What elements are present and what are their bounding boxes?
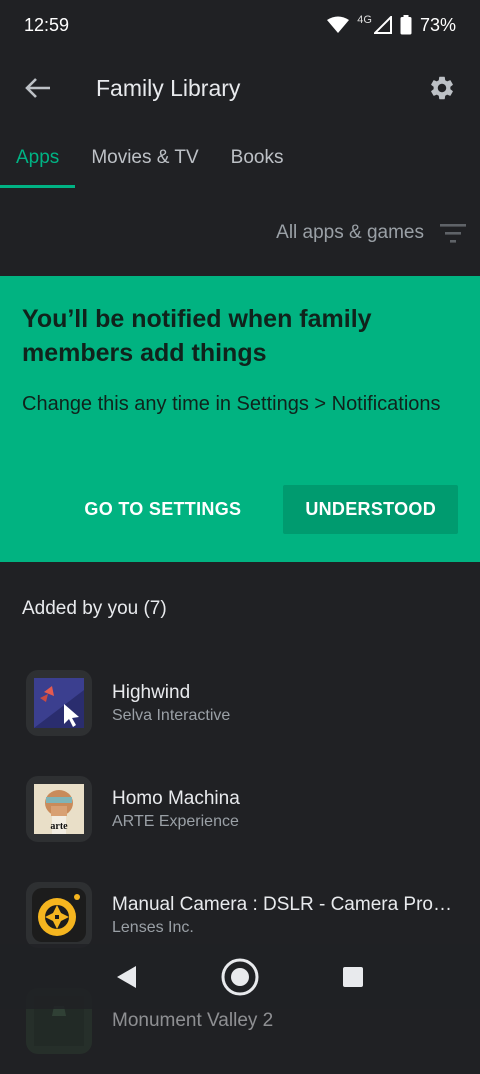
app-developer: Lenses Inc.	[112, 918, 194, 936]
banner-body: Change this any time in Settings > Notif…	[22, 393, 441, 415]
understood-button[interactable]: UNDERSTOOD	[283, 485, 458, 534]
highwind-icon	[26, 670, 92, 736]
triangle-back-icon	[116, 965, 136, 988]
cell-signal-icon	[373, 16, 392, 34]
app-list: Highwind Selva Interactive arte Homo Mac…	[0, 650, 480, 1074]
homo-machina-icon: arte	[26, 776, 92, 842]
app-bar: Family Library	[0, 50, 480, 126]
wifi-icon	[327, 16, 350, 33]
tab-movies-tv[interactable]: Movies & TV	[75, 128, 214, 188]
list-item[interactable]: Highwind Selva Interactive	[0, 650, 480, 756]
filter-row[interactable]: All apps & games	[0, 205, 480, 261]
notification-banner: You’ll be notified when family members a…	[0, 276, 480, 562]
banner-title: You’ll be notified when family members a…	[22, 305, 372, 367]
go-to-settings-button[interactable]: GO TO SETTINGS	[64, 485, 261, 534]
arrow-back-icon	[25, 78, 50, 98]
tab-bar: Apps Movies & TV Books	[0, 128, 480, 188]
app-developer: Selva Interactive	[112, 706, 231, 724]
homo-machina-icon-text: arte	[50, 820, 68, 832]
gear-icon	[431, 76, 453, 100]
page-title: Family Library	[96, 74, 241, 101]
filter-icon[interactable]	[438, 218, 468, 248]
status-bar: 12:59 4G 73%	[0, 0, 480, 50]
status-time: 12:59	[24, 14, 70, 35]
filter-label: All apps & games	[276, 222, 424, 243]
battery-percent: 73%	[419, 14, 456, 35]
network-label: 4G	[357, 14, 372, 26]
app-name: Manual Camera : DSLR - Camera Profession…	[112, 893, 457, 915]
list-item[interactable]: arte Homo Machina ARTE Experience	[0, 756, 480, 862]
section-title: Added by you (7)	[22, 598, 167, 619]
tab-apps[interactable]: Apps	[0, 128, 76, 188]
tab-books[interactable]: Books	[215, 128, 300, 188]
app-name: Highwind	[112, 681, 191, 703]
square-recents-icon	[343, 966, 364, 987]
nav-home-button[interactable]	[215, 952, 265, 1002]
system-nav-bar	[0, 944, 480, 1009]
settings-button[interactable]	[420, 66, 464, 110]
nav-recents-button[interactable]	[328, 952, 378, 1002]
app-name: Monument Valley 2	[112, 1010, 274, 1031]
app-name: Homo Machina	[112, 787, 240, 809]
home-circle-icon	[221, 958, 259, 995]
status-icons: 4G 73%	[327, 14, 456, 36]
back-button[interactable]	[16, 66, 60, 110]
manual-camera-icon	[26, 882, 92, 948]
app-developer: ARTE Experience	[112, 812, 239, 830]
battery-icon	[400, 15, 412, 35]
banner-actions: GO TO SETTINGS UNDERSTOOD	[64, 485, 458, 534]
nav-back-button[interactable]	[102, 952, 152, 1002]
